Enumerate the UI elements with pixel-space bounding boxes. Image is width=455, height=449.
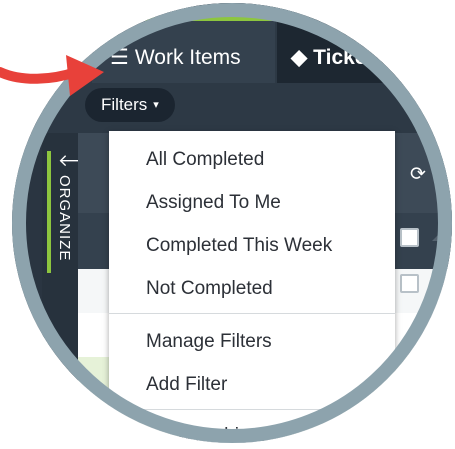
menu-divider bbox=[109, 409, 395, 410]
menu-item-show-archived[interactable]: w Archived bbox=[146, 425, 270, 443]
menu-item-add-filter[interactable]: Add Filter bbox=[146, 374, 227, 396]
select-all-checkbox[interactable] bbox=[400, 228, 419, 247]
refresh-icon[interactable]: ⟳ bbox=[410, 163, 426, 186]
row-checkbox[interactable] bbox=[422, 316, 441, 335]
menu-item-manage-filters[interactable]: Manage Filters bbox=[146, 331, 272, 353]
ticket-icon: ◆ bbox=[291, 46, 308, 69]
caret-down-icon: ▾ bbox=[153, 99, 159, 111]
sidebar-accent bbox=[47, 151, 51, 273]
magnified-view: ☰Work Items ◆Ticke 🡐 ORGANIZE ⟳ All Comp… bbox=[12, 3, 452, 443]
menu-item-not-completed[interactable]: Not Completed bbox=[146, 278, 273, 300]
tab-work-items-label: Work Items bbox=[134, 46, 241, 69]
filter-bar bbox=[12, 83, 452, 133]
organize-label: ORGANIZE bbox=[56, 175, 73, 262]
sort-icon bbox=[432, 232, 441, 241]
filters-button-label: Filters bbox=[101, 95, 148, 114]
filters-dropdown-menu: All Completed Assigned To Me Completed T… bbox=[109, 131, 395, 443]
chevron-down-icon[interactable] bbox=[438, 281, 452, 289]
menu-divider bbox=[109, 313, 395, 314]
menu-item-all-completed[interactable]: All Completed bbox=[146, 149, 264, 171]
show-archived-label: w Archived bbox=[177, 425, 270, 443]
tab-tickets[interactable]: ◆ Ticke bbox=[277, 17, 452, 83]
list-icon: ☰ bbox=[110, 46, 129, 69]
menu-item-completed-this-week[interactable]: Completed This Week bbox=[146, 235, 332, 257]
filters-button[interactable]: Filters ▾ bbox=[85, 88, 175, 122]
tab-work-items[interactable]: ☰ Work Items bbox=[92, 17, 275, 83]
tab-tickets-label: Ticke bbox=[313, 46, 367, 69]
row-checkbox[interactable] bbox=[400, 274, 419, 293]
menu-item-assigned-to-me[interactable]: Assigned To Me bbox=[146, 192, 281, 214]
